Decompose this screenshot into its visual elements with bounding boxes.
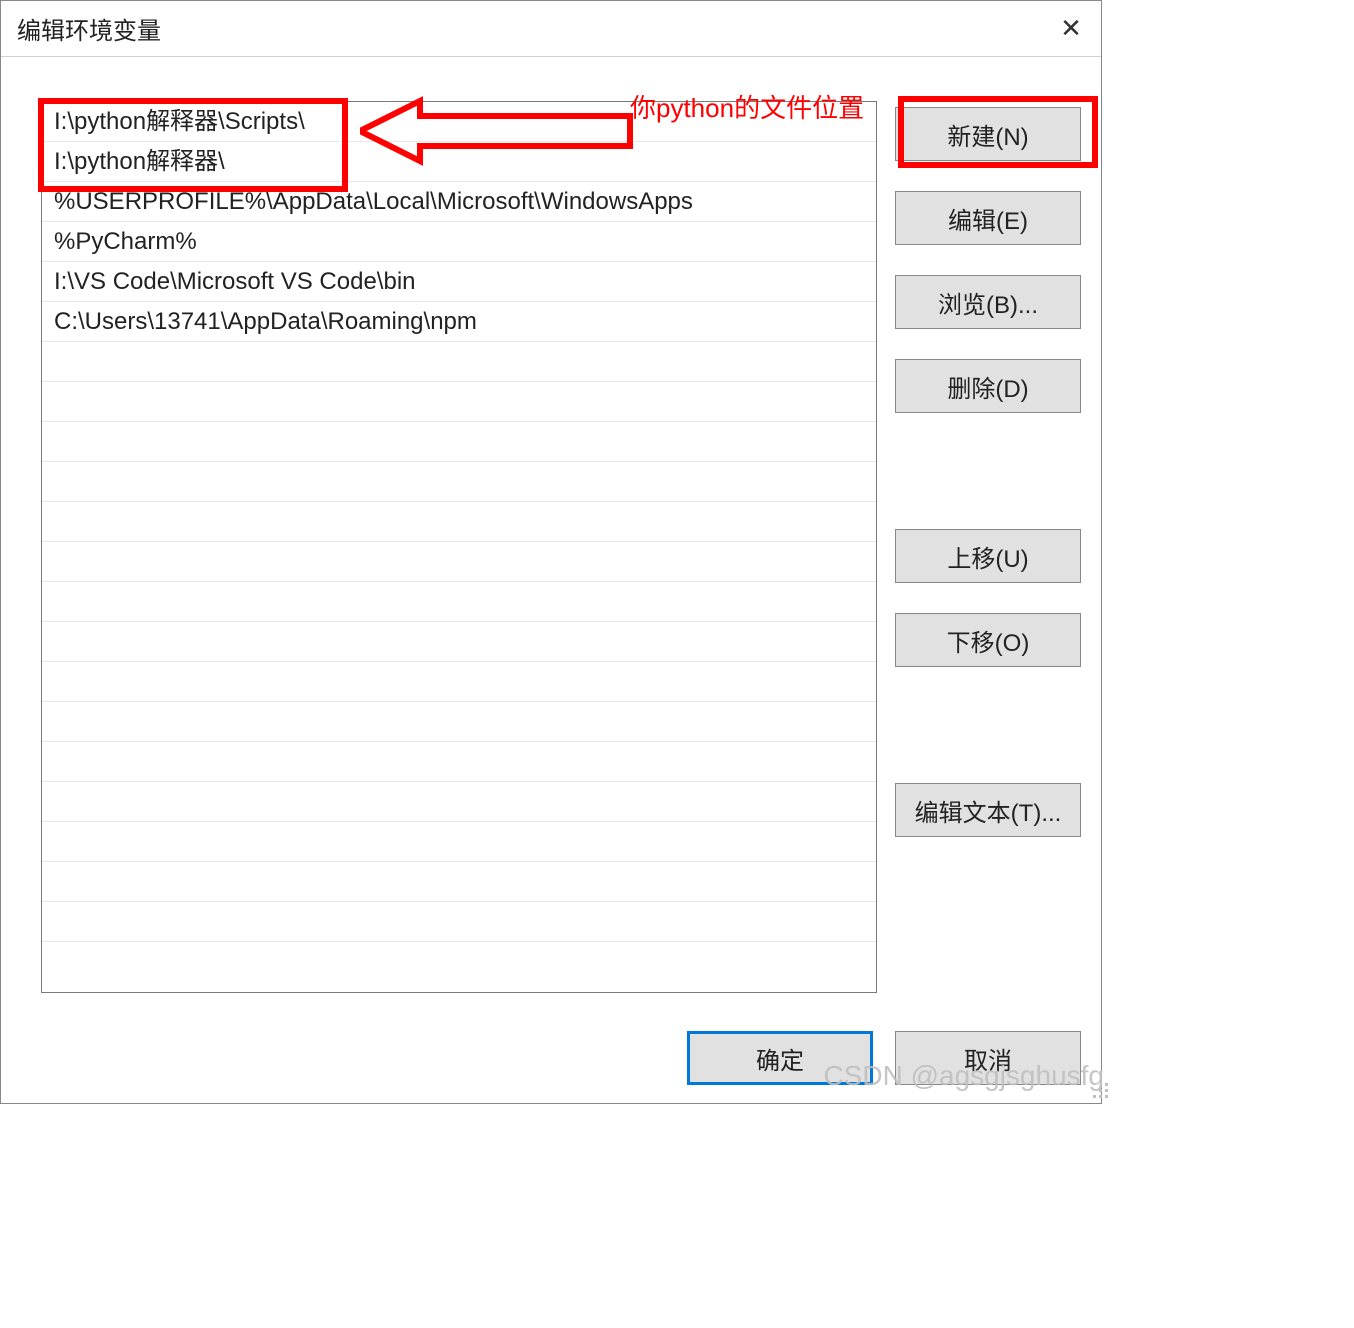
close-icon: ✕ bbox=[1060, 13, 1082, 44]
movedown-button[interactable]: 下移(O) bbox=[895, 613, 1081, 667]
browse-button[interactable]: 浏览(B)... bbox=[895, 275, 1081, 329]
empty-rows bbox=[42, 342, 876, 942]
list-item[interactable]: C:\Users\13741\AppData\Roaming\npm bbox=[42, 302, 876, 342]
dialog-footer: 确定 取消 bbox=[1, 1013, 1101, 1103]
list-item[interactable]: I:\python解释器\ bbox=[42, 142, 876, 182]
path-listbox[interactable]: I:\python解释器\Scripts\ I:\python解释器\ %USE… bbox=[41, 101, 877, 993]
list-item[interactable]: I:\python解释器\Scripts\ bbox=[42, 102, 876, 142]
close-button[interactable]: ✕ bbox=[1041, 1, 1101, 56]
delete-button[interactable]: 删除(D) bbox=[895, 359, 1081, 413]
list-item[interactable]: I:\VS Code\Microsoft VS Code\bin bbox=[42, 262, 876, 302]
button-column: 新建(N) 编辑(E) 浏览(B)... 删除(D) 上移(U) 下移(O) 编… bbox=[895, 101, 1081, 993]
dialog-content: I:\python解释器\Scripts\ I:\python解释器\ %USE… bbox=[1, 57, 1101, 1013]
list-item[interactable]: %USERPROFILE%\AppData\Local\Microsoft\Wi… bbox=[42, 182, 876, 222]
dialog-title: 编辑环境变量 bbox=[17, 11, 161, 46]
ok-button[interactable]: 确定 bbox=[687, 1031, 873, 1085]
edit-button[interactable]: 编辑(E) bbox=[895, 191, 1081, 245]
titlebar: 编辑环境变量 ✕ bbox=[1, 1, 1101, 57]
edit-env-var-dialog: 编辑环境变量 ✕ I:\python解释器\Scripts\ I:\python… bbox=[0, 0, 1102, 1104]
new-button[interactable]: 新建(N) bbox=[895, 107, 1081, 161]
list-item[interactable]: %PyCharm% bbox=[42, 222, 876, 262]
cancel-button[interactable]: 取消 bbox=[895, 1031, 1081, 1085]
moveup-button[interactable]: 上移(U) bbox=[895, 529, 1081, 583]
edittext-button[interactable]: 编辑文本(T)... bbox=[895, 783, 1081, 837]
